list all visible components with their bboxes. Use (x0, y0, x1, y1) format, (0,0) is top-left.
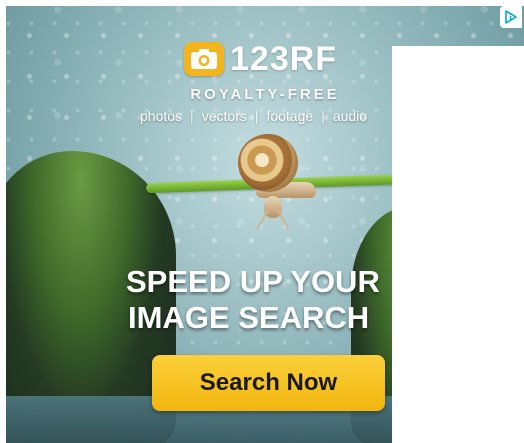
camera-icon-glyph (191, 49, 217, 69)
media-separator: | (321, 108, 325, 124)
camera-icon (184, 42, 224, 76)
brand-name: 123RF (230, 39, 338, 78)
media-type-vectors: vectors (201, 108, 247, 124)
media-separator: | (190, 108, 194, 124)
adchoices-icon[interactable] (500, 6, 522, 28)
adchoices-icon-glyph (505, 10, 517, 24)
media-separator: | (254, 108, 259, 124)
search-now-button[interactable]: Search Now (152, 355, 385, 411)
media-type-audio: audio (332, 108, 368, 124)
brand-logo[interactable]: 123RF (184, 39, 337, 79)
media-type-photos: photos (140, 108, 183, 124)
media-type-footage: footage (266, 108, 314, 124)
snail-shell (238, 134, 298, 192)
media-types: photos | vectors | footage | audio (136, 108, 371, 124)
blank-overlay (392, 46, 524, 443)
